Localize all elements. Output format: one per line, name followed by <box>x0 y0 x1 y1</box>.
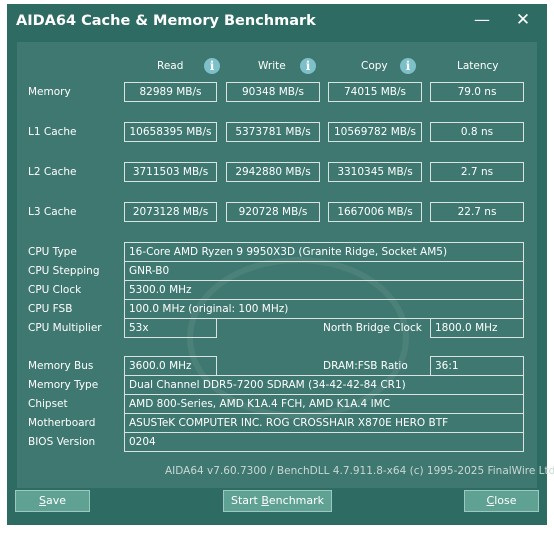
cpu-stepping-value: GNR-B0 <box>124 261 524 281</box>
l3-read: 2073128 MB/s <box>124 202 217 222</box>
nb-clock-label: North Bridge Clock <box>323 322 422 334</box>
memory-write: 90348 MB/s <box>226 82 320 102</box>
l2-read: 3711503 MB/s <box>124 162 217 182</box>
bios-label: BIOS Version <box>28 436 96 448</box>
save-button[interactable]: Save <box>15 490 90 512</box>
cpu-type-value: 16-Core AMD Ryzen 9 9950X3D (Granite Rid… <box>124 242 524 262</box>
minimize-button[interactable]: — <box>468 10 496 29</box>
window-title: AIDA64 Cache & Memory Benchmark <box>16 13 316 29</box>
bios-value: 0204 <box>124 432 524 452</box>
memory-bus-value: 3600.0 MHz <box>124 356 217 376</box>
l2-write: 2942880 MB/s <box>226 162 320 182</box>
bench-label: enchmark <box>268 494 325 507</box>
cpu-multiplier-label: CPU Multiplier <box>28 322 102 334</box>
cpu-fsb-label: CPU FSB <box>28 303 73 315</box>
close-button[interactable]: Close <box>464 490 539 512</box>
title-bar: AIDA64 Cache & Memory Benchmark — ✕ <box>7 4 547 42</box>
bench-hotkey: B <box>261 494 269 507</box>
memory-latency: 79.0 ns <box>430 82 524 102</box>
version-footer: AIDA64 v7.60.7300 / BenchDLL 4.7.911.8-x… <box>165 465 554 477</box>
close-window-button[interactable]: ✕ <box>509 10 537 30</box>
save-hotkey: S <box>38 494 46 507</box>
read-info-icon[interactable]: i <box>204 58 220 74</box>
l2-copy: 3310345 MB/s <box>328 162 422 182</box>
benchmark-window: AIDA64 Cache & Memory Benchmark — ✕ Read… <box>7 4 554 525</box>
close-label: lose <box>494 494 517 507</box>
chipset-label: Chipset <box>28 398 68 410</box>
dram-fsb-label: DRAM:FSB Ratio <box>323 360 408 372</box>
cpu-stepping-label: CPU Stepping <box>28 265 100 277</box>
row-label-l1: L1 Cache <box>28 126 77 138</box>
column-read: Read <box>157 60 184 72</box>
row-label-l3: L3 Cache <box>28 206 77 218</box>
dram-fsb-value: 36:1 <box>430 356 524 376</box>
l1-latency: 0.8 ns <box>430 122 524 142</box>
l3-write: 920728 MB/s <box>226 202 320 222</box>
cpu-multiplier-value: 53x <box>124 318 217 338</box>
row-label-l2: L2 Cache <box>28 166 77 178</box>
l3-latency: 22.7 ns <box>430 202 524 222</box>
bench-prefix: Start <box>230 494 262 507</box>
cpu-type-label: CPU Type <box>28 246 77 258</box>
row-label-memory: Memory <box>28 86 71 98</box>
memory-bus-label: Memory Bus <box>28 360 94 372</box>
l1-copy: 10569782 MB/s <box>328 122 422 142</box>
results-panel: Read i Write i Copy i Latency Memory 829… <box>17 42 554 488</box>
memory-type-label: Memory Type <box>28 379 99 391</box>
cpu-fsb-value: 100.0 MHz (original: 100 MHz) <box>124 299 524 319</box>
memory-type-value: Dual Channel DDR5-7200 SDRAM (34-42-42-8… <box>124 375 524 395</box>
l2-latency: 2.7 ns <box>430 162 524 182</box>
nb-clock-value: 1800.0 MHz <box>430 318 524 338</box>
l3-copy: 1667006 MB/s <box>328 202 422 222</box>
cpu-clock-value: 5300.0 MHz <box>124 280 524 300</box>
start-benchmark-button[interactable]: Start Benchmark <box>223 490 332 512</box>
motherboard-value: ASUSTeK COMPUTER INC. ROG CROSSHAIR X870… <box>124 413 524 433</box>
copy-info-icon[interactable]: i <box>400 58 416 74</box>
memory-copy: 74015 MB/s <box>328 82 422 102</box>
memory-read: 82989 MB/s <box>124 82 217 102</box>
cpu-clock-label: CPU Clock <box>28 284 82 296</box>
l1-write: 5373781 MB/s <box>226 122 320 142</box>
column-copy: Copy <box>361 60 388 72</box>
write-info-icon[interactable]: i <box>300 58 316 74</box>
column-latency: Latency <box>457 60 499 72</box>
save-label: ave <box>45 494 66 507</box>
chipset-value: AMD 800-Series, AMD K1A.4 FCH, AMD K1A.4… <box>124 394 524 414</box>
motherboard-label: Motherboard <box>28 417 96 429</box>
l1-read: 10658395 MB/s <box>124 122 217 142</box>
column-write: Write <box>258 60 286 72</box>
